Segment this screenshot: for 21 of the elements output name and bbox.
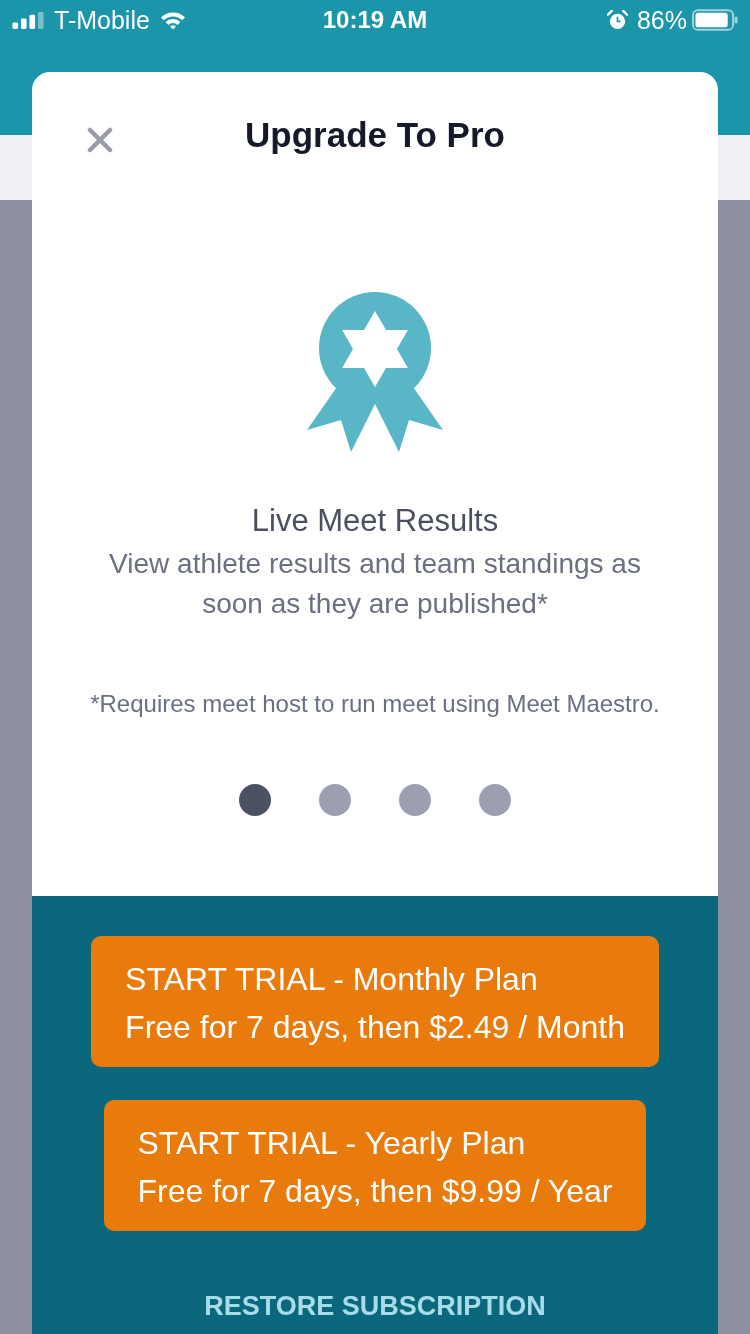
close-button[interactable] — [85, 125, 115, 155]
start-trial-button[interactable]: START TRIAL - Monthly Plan Free for 7 days, then $2.49 / Month — [91, 936, 659, 1067]
carrier-name: T-Mobile — [54, 5, 150, 35]
battery-icon — [692, 9, 738, 31]
page-dot[interactable] — [479, 784, 511, 816]
signal-icon — [12, 11, 45, 29]
alarm-clock-icon — [606, 9, 628, 31]
wifi-icon — [159, 10, 186, 30]
close-icon — [87, 127, 113, 153]
page-dot[interactable] — [239, 784, 271, 816]
start-trial-button[interactable]: START TRIAL - Yearly Plan Free for 7 days, then $9.99 / Year — [103, 1100, 647, 1231]
feature-title: Live Meet Results — [251, 503, 499, 539]
page-dot[interactable] — [319, 784, 351, 816]
award-ribbon-icon — [307, 292, 443, 452]
dialog-title: Upgrade To Pro — [245, 115, 505, 155]
clock-time: 10:19 AM — [322, 6, 428, 34]
feature-description: View athlete results and team standings as soon as they are published* — [108, 547, 642, 621]
restore-subscription-link[interactable]: RESTORE SUBSCRIPTION — [204, 1289, 546, 1323]
page-dot[interactable] — [399, 784, 431, 816]
footnote: *Requires meet host to run meet using Meet Maestro. — [90, 689, 660, 719]
battery-percent: 86% — [636, 5, 687, 35]
